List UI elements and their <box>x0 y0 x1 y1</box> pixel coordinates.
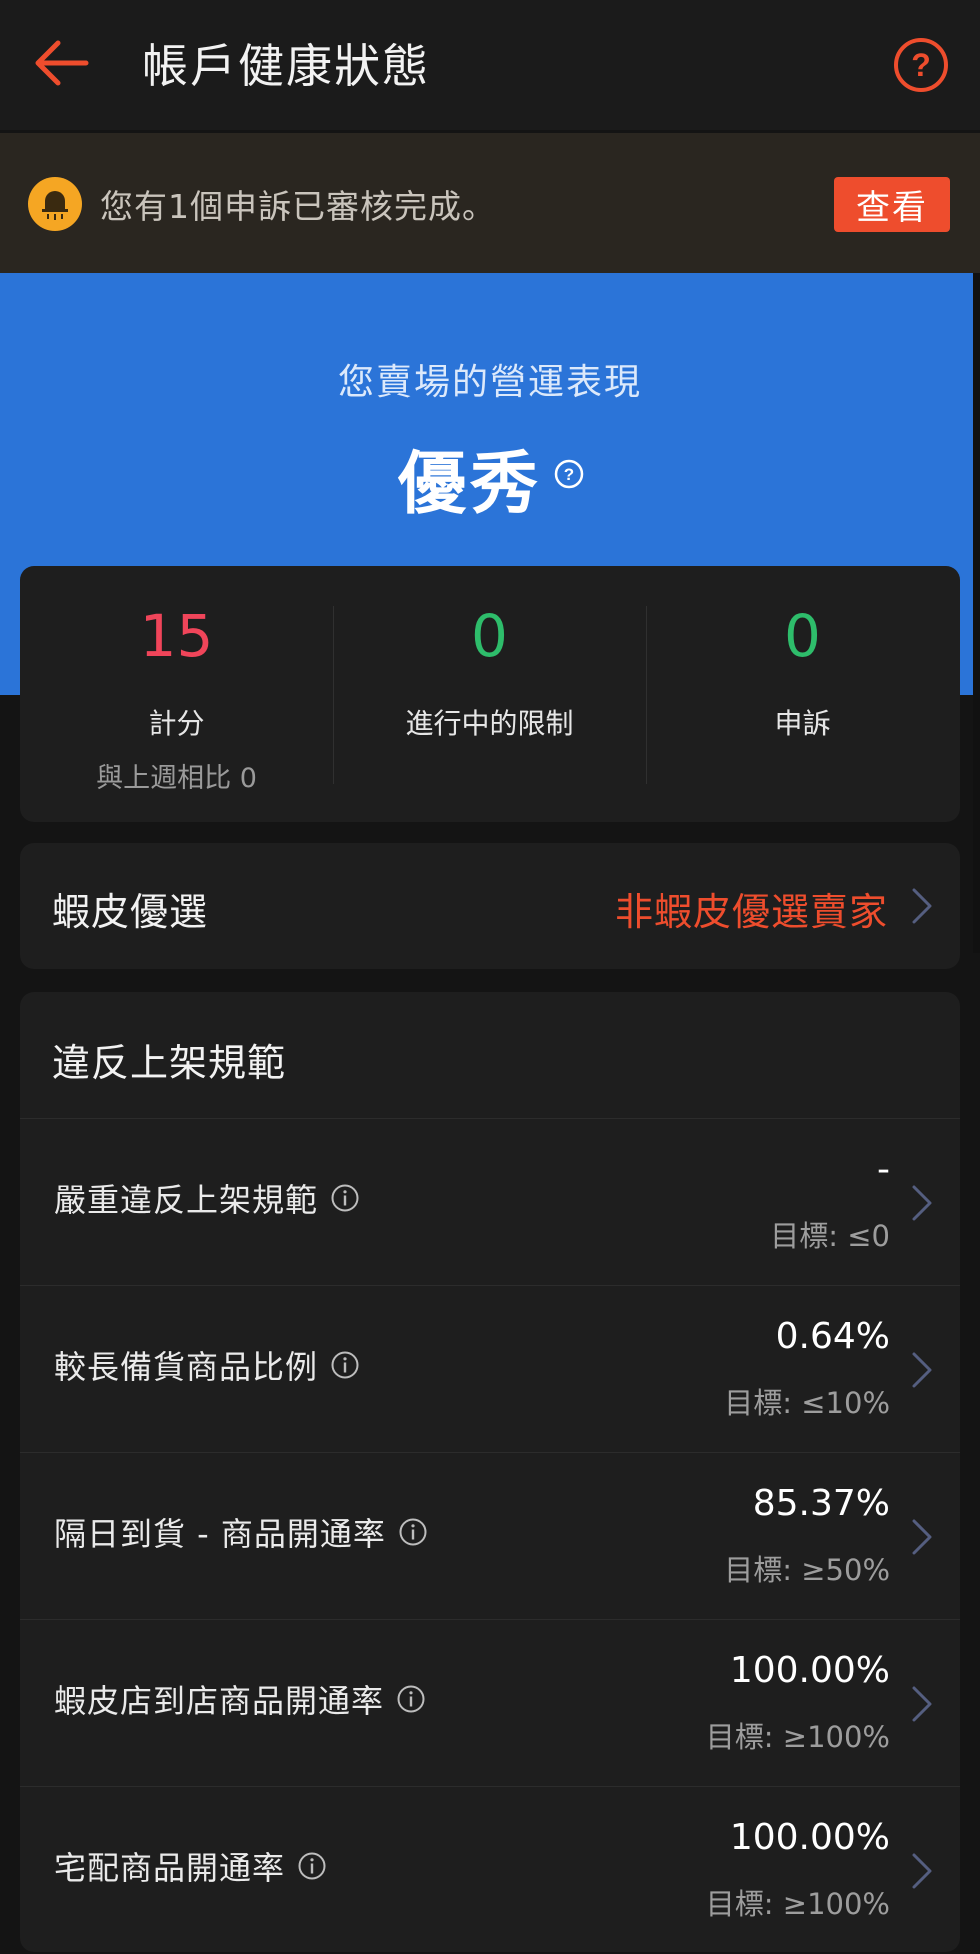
stats-card: 15 計分 與上週相比 0 0 進行中的限制 0 申訴 <box>20 566 960 822</box>
help-button[interactable]: ? <box>892 36 950 94</box>
metric-value: 0.64% <box>775 1316 890 1357</box>
info-icon[interactable] <box>330 1350 360 1380</box>
metric-label: 隔日到貨 - 商品開通率 <box>54 1515 386 1553</box>
metric-row-home-delivery[interactable]: 宅配商品開通率 100.00% 目標: ≥100% <box>20 1786 960 1954</box>
svg-text:?: ? <box>564 465 574 484</box>
stat-appeals[interactable]: 0 申訴 <box>646 566 959 822</box>
stat-label: 申訴 <box>774 707 831 740</box>
preferred-label: 蝦皮優選 <box>52 890 209 934</box>
metric-target: 目標: ≤0 <box>770 1219 890 1253</box>
chevron-right-icon <box>912 1185 932 1221</box>
top-bar: 帳戶健康狀態 ? <box>0 0 980 130</box>
info-icon[interactable] <box>297 1851 327 1881</box>
metric-value: 100.00% <box>729 1650 890 1691</box>
hero-subtitle: 您賣場的營運表現 <box>337 362 642 403</box>
info-icon[interactable] <box>398 1517 428 1547</box>
bell-icon <box>28 177 82 231</box>
metric-label: 蝦皮店到店商品開通率 <box>54 1682 385 1720</box>
chevron-right-icon <box>912 1686 932 1722</box>
metric-label: 嚴重違反上架規範 <box>54 1181 319 1219</box>
chevron-right-icon <box>912 1853 932 1889</box>
metric-row-store-to-store[interactable]: 蝦皮店到店商品開通率 100.00% 目標: ≥100% <box>20 1619 960 1787</box>
metric-value: - <box>877 1149 890 1190</box>
metric-label: 較長備貨商品比例 <box>54 1348 319 1386</box>
stat-value: 0 <box>471 602 508 670</box>
stat-value: 15 <box>139 602 214 670</box>
view-button[interactable]: 查看 <box>834 177 950 232</box>
scrollbar[interactable] <box>973 273 980 953</box>
metric-row-severe-violation[interactable]: 嚴重違反上架規範 - 目標: ≤0 <box>20 1118 960 1286</box>
metric-row-next-day[interactable]: 隔日到貨 - 商品開通率 85.37% 目標: ≥50% <box>20 1452 960 1620</box>
metric-target: 目標: ≤10% <box>724 1386 890 1420</box>
metric-row-long-prep[interactable]: 較長備貨商品比例 0.64% 目標: ≤10% <box>20 1285 960 1453</box>
back-button[interactable] <box>26 28 96 98</box>
performance-grade: 優秀 <box>398 445 543 524</box>
info-icon[interactable] <box>396 1684 426 1714</box>
metric-target: 目標: ≥50% <box>724 1553 890 1587</box>
chevron-right-icon <box>912 1519 932 1555</box>
metric-label: 宅配商品開通率 <box>54 1849 286 1887</box>
stat-restrictions[interactable]: 0 進行中的限制 <box>333 566 646 822</box>
help-circle-icon: ? <box>894 38 948 92</box>
svg-text:?: ? <box>911 47 931 83</box>
stat-label: 計分 <box>148 707 205 740</box>
chevron-right-icon <box>912 888 932 924</box>
stat-label: 進行中的限制 <box>405 707 574 740</box>
stat-value: 0 <box>784 602 821 670</box>
notice-text: 您有1個申訴已審核完成。 <box>100 187 496 226</box>
info-icon[interactable] <box>330 1183 360 1213</box>
metric-target: 目標: ≥100% <box>705 1887 890 1921</box>
stat-score[interactable]: 15 計分 與上週相比 0 <box>20 566 333 822</box>
question-icon[interactable]: ? <box>553 458 585 490</box>
listing-violation-section: 違反上架規範 嚴重違反上架規範 - 目標: ≤0 較長備貨商品比例 0.64% … <box>20 992 960 1952</box>
page-title: 帳戶健康狀態 <box>142 39 430 93</box>
metric-target: 目標: ≥100% <box>705 1720 890 1754</box>
stat-compare: 與上週相比 0 <box>96 763 257 794</box>
preferred-seller-row[interactable]: 蝦皮優選 非蝦皮優選賣家 <box>20 843 960 969</box>
back-arrow-icon <box>35 40 89 86</box>
chevron-right-icon <box>912 1352 932 1388</box>
section-title: 違反上架規範 <box>52 1041 287 1085</box>
notice-banner: 您有1個申訴已審核完成。 查看 <box>0 133 980 273</box>
metric-value: 100.00% <box>729 1817 890 1858</box>
preferred-status: 非蝦皮優選賣家 <box>614 890 888 934</box>
metric-value: 85.37% <box>752 1483 890 1524</box>
